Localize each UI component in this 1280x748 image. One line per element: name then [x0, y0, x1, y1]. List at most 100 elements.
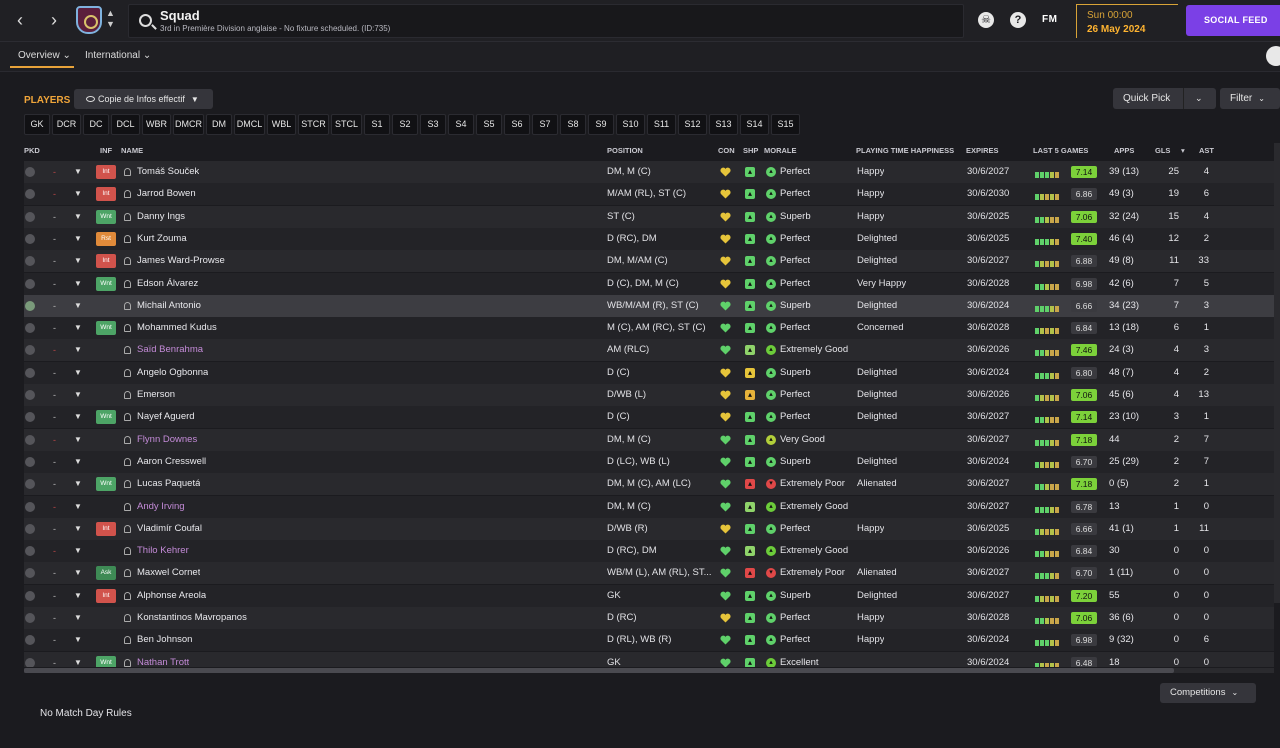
position-chip[interactable]: S1: [364, 114, 390, 135]
pick-radio[interactable]: [25, 233, 35, 244]
skull-icon[interactable]: ☠: [978, 12, 994, 28]
player-name[interactable]: Michail Antonio: [137, 295, 201, 317]
table-row[interactable]: - ▼ Wnt Edson Álvarez D (C), DM, M (C) ▴ ▴ Perf…: [24, 272, 1274, 295]
pick-radio[interactable]: [25, 189, 35, 200]
position-chip[interactable]: S3: [420, 114, 446, 135]
position-chip[interactable]: S5: [476, 114, 502, 135]
tab-international[interactable]: International ⌄: [85, 50, 151, 61]
pick-radio[interactable]: [25, 635, 35, 646]
position-chip[interactable]: S9: [588, 114, 614, 135]
player-name[interactable]: Nayef Aguerd: [137, 406, 195, 428]
player-name[interactable]: Ben Johnson: [137, 629, 192, 651]
player-name[interactable]: Emerson: [137, 384, 175, 406]
position-chip[interactable]: S13: [709, 114, 738, 135]
table-row[interactable]: - ▼ Angelo Ogbonna D (C) ▴ ▴ Superb Delighted 30…: [24, 361, 1274, 384]
table-row[interactable]: - ▼ Wnt Mohammed Kudus M (C), AM (RC), ST (C…: [24, 317, 1274, 340]
pick-radio[interactable]: [25, 211, 35, 222]
horizontal-scrollbar[interactable]: [24, 668, 1274, 673]
table-row[interactable]: - ▼ Int James Ward-Prowse DM, M/AM (C) ▴ ▴ Perf…: [24, 250, 1274, 273]
player-name[interactable]: Kurt Zouma: [137, 228, 187, 250]
chevron-down-icon[interactable]: ▼: [74, 317, 82, 339]
pick-radio[interactable]: [25, 256, 35, 267]
player-name[interactable]: Saïd Benrahma: [137, 339, 203, 361]
table-row[interactable]: - ▼ Konstantinos Mavropanos D (RC) ▴ ▴ Perfect…: [24, 607, 1274, 629]
chevron-down-icon[interactable]: ▼: [74, 540, 82, 562]
chevron-down-icon[interactable]: ▼: [74, 206, 82, 228]
pick-radio[interactable]: [25, 278, 35, 289]
vertical-scrollbar[interactable]: [1274, 143, 1280, 603]
competitions-button[interactable]: Competitions ⌄: [1160, 683, 1256, 703]
table-row[interactable]: - ▼ Michail Antonio WB/M/AM (R), ST (C) ▴ ▴ Su…: [24, 294, 1274, 317]
position-chip[interactable]: WBL: [267, 114, 296, 135]
player-name[interactable]: Vladimír Coufal: [137, 518, 202, 540]
player-name[interactable]: Mohammed Kudus: [137, 317, 217, 339]
club-switch-arrows-icon[interactable]: ▲ ▼: [106, 8, 115, 30]
tab-overview[interactable]: Overview ⌄: [18, 50, 71, 61]
position-chip[interactable]: DCR: [52, 114, 81, 135]
chevron-down-icon[interactable]: ▼: [74, 183, 82, 205]
pick-radio[interactable]: [25, 167, 35, 177]
player-name[interactable]: Thilo Kehrer: [137, 540, 189, 562]
chevron-down-icon[interactable]: ⌄: [1195, 88, 1203, 109]
position-chip[interactable]: STCL: [331, 114, 362, 135]
table-row[interactable]: - ▼ Wnt Nayef Aguerd D (C) ▴ ▴ Perfect Delighted…: [24, 406, 1274, 429]
col-con[interactable]: CON: [718, 146, 735, 155]
player-name[interactable]: Aaron Cresswell: [137, 451, 206, 473]
back-arrow-icon[interactable]: ‹: [8, 8, 32, 32]
position-chip[interactable]: DCL: [111, 114, 140, 135]
chevron-down-icon[interactable]: ▼: [74, 161, 82, 183]
view-select[interactable]: Copie de Infos effectif ▼: [74, 89, 213, 109]
col-morale[interactable]: MORALE: [764, 146, 797, 155]
search-box[interactable]: Squad 3rd in Première Division anglaise …: [128, 4, 964, 38]
table-row[interactable]: - ▼ Wnt Lucas Paquetá DM, M (C), AM (LC) ▴ ▾ Ex…: [24, 473, 1274, 496]
table-row[interactable]: - ▼ Int Jarrod Bowen M/AM (RL), ST (C) ▴ ▴ Perf…: [24, 183, 1274, 206]
position-chip[interactable]: S14: [740, 114, 769, 135]
chevron-down-icon[interactable]: ▼: [74, 629, 82, 651]
filter-button[interactable]: Filter ⌄: [1220, 88, 1280, 109]
position-chip[interactable]: S6: [504, 114, 530, 135]
pick-radio[interactable]: [25, 590, 35, 601]
position-chip[interactable]: S2: [392, 114, 418, 135]
position-chip[interactable]: S11: [647, 114, 676, 135]
table-row[interactable]: - ▼ Aaron Cresswell D (LC), WB (L) ▴ ▴ Superb D…: [24, 450, 1274, 473]
col-name[interactable]: NAME: [121, 146, 143, 155]
position-chip[interactable]: DM: [206, 114, 232, 135]
position-chip[interactable]: S4: [448, 114, 474, 135]
pick-radio[interactable]: [25, 568, 35, 579]
position-chip[interactable]: DMCL: [234, 114, 265, 135]
pick-radio[interactable]: [25, 657, 35, 667]
club-crest-icon[interactable]: [76, 6, 102, 34]
chevron-down-icon[interactable]: ▼: [74, 585, 82, 607]
pick-radio[interactable]: [25, 546, 35, 557]
table-row[interactable]: - ▼ Ben Johnson D (RL), WB (R) ▴ ▴ Perfect Happ…: [24, 629, 1274, 652]
pick-radio[interactable]: [25, 345, 35, 356]
table-row[interactable]: - ▼ Emerson D/WB (L) ▴ ▴ Perfect Delighted 30/6/…: [24, 384, 1274, 406]
avatar[interactable]: [1266, 46, 1280, 66]
col-apps[interactable]: APPS: [1114, 146, 1134, 155]
table-row[interactable]: - ▼ Int Tomáš Souček DM, M (C) ▴ ▴ Perfect Happy…: [24, 161, 1274, 183]
table-row[interactable]: - ▼ Int Alphonse Areola GK ▴ ▴ Superb Delighted 3…: [24, 584, 1274, 607]
player-name[interactable]: Nathan Trott: [137, 652, 189, 667]
player-name[interactable]: Angelo Ogbonna: [137, 362, 208, 384]
table-row[interactable]: - ▼ Rst Kurt Zouma D (RC), DM ▴ ▴ Perfect Deligh…: [24, 227, 1274, 250]
pick-radio[interactable]: [25, 456, 35, 467]
player-name[interactable]: Konstantinos Mavropanos: [137, 607, 247, 629]
chevron-down-icon[interactable]: ▼: [74, 652, 82, 667]
pick-radio[interactable]: [25, 613, 35, 623]
chevron-down-icon[interactable]: ▼: [74, 250, 82, 272]
table-row[interactable]: - ▼ Andy Irving DM, M (C) ▴ ▴ Extremely Good 30…: [24, 495, 1274, 518]
table-row[interactable]: - ▼ Saïd Benrahma AM (RLC) ▴ ▴ Extremely Good 3…: [24, 339, 1274, 362]
quick-pick-button[interactable]: Quick Pick ⌄: [1113, 88, 1216, 109]
chevron-down-icon[interactable]: ▼: [74, 339, 82, 361]
chevron-down-icon[interactable]: ▼: [74, 406, 82, 428]
col-position[interactable]: POSITION: [607, 146, 643, 155]
chevron-down-icon[interactable]: ▼: [74, 496, 82, 518]
forward-arrow-icon[interactable]: ›: [42, 8, 66, 32]
position-chip[interactable]: GK: [24, 114, 50, 135]
position-chip[interactable]: WBR: [142, 114, 171, 135]
chevron-down-icon[interactable]: ▼: [74, 362, 82, 384]
col-ast[interactable]: AST: [1199, 146, 1214, 155]
chevron-down-icon[interactable]: ▼: [74, 228, 82, 250]
fm-menu-button[interactable]: FM: [1042, 14, 1057, 25]
player-name[interactable]: Andy Irving: [137, 496, 185, 518]
